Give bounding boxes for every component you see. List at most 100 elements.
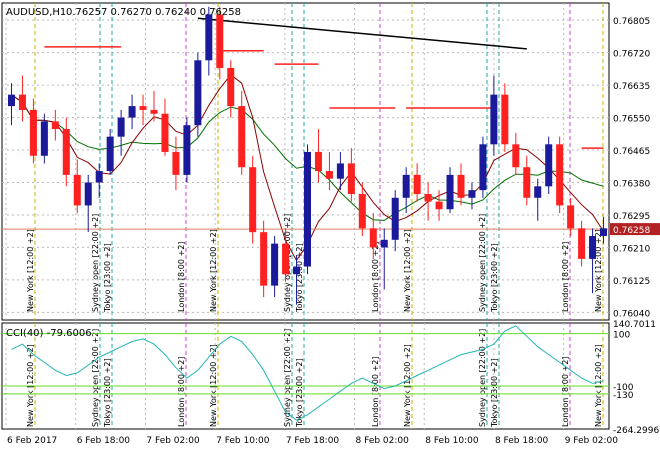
cci-tick-label: -130 — [613, 391, 634, 401]
price-tick-label: 0.76465 — [613, 147, 650, 157]
candle-body — [479, 144, 487, 191]
candle-body — [347, 163, 355, 194]
time-tick-label: 6 Feb 18:00 — [77, 436, 131, 446]
candle-body — [413, 174, 421, 194]
time-tick-label: 6 Feb 2017 — [7, 436, 57, 446]
cci-tick-label: 100 — [613, 331, 630, 341]
candle-body — [194, 60, 202, 126]
candle-body — [117, 117, 125, 137]
candle-body — [380, 239, 388, 248]
candle-body — [369, 228, 377, 248]
price-tick-label: 0.76550 — [613, 115, 650, 125]
time-tick-label: 9 Feb 02:00 — [565, 436, 619, 446]
time-tick-label: 7 Feb 18:00 — [286, 436, 340, 446]
candle-body — [303, 151, 312, 267]
trend-line[interactable] — [197, 17, 527, 50]
session-label: London [8:00 +2] — [177, 357, 186, 427]
candle-body — [95, 171, 103, 183]
candle-body — [468, 190, 476, 198]
candle-body — [545, 144, 553, 187]
candle-body — [534, 186, 542, 198]
price-tick-label: 0.76210 — [613, 244, 650, 254]
session-label: Tokyo [23:00 +2] — [103, 358, 112, 428]
chart-header: AUDUSD,H1 — [6, 7, 66, 18]
time-tick-label: 8 Feb 10:00 — [425, 436, 479, 446]
candle-body — [216, 14, 224, 68]
session-label: London [8:00 +2] — [371, 242, 380, 312]
time-tick-label: 7 Feb 10:00 — [216, 436, 270, 446]
session-label: Tokyo [23:00 +2] — [103, 243, 112, 313]
candle-body — [435, 201, 443, 210]
candle-body — [271, 243, 279, 286]
session-label: London [8:00 +2] — [371, 357, 380, 427]
session-label: London [8:00 +2] — [561, 242, 570, 312]
candle-body — [293, 266, 301, 275]
price-tick-label: 0.76125 — [613, 277, 650, 287]
session-label: London [8:00 +2] — [177, 242, 186, 312]
candle-body — [40, 121, 48, 156]
candle-body — [260, 232, 268, 286]
candle-body — [336, 163, 344, 179]
session-label: Sydney open [22:00 +2] — [283, 329, 292, 427]
candle-body — [227, 67, 235, 107]
price-tick-label: 0.76635 — [613, 82, 650, 92]
candle-body — [172, 151, 180, 175]
price-tick-label: 0.76040 — [613, 309, 650, 319]
candle-body — [314, 151, 322, 172]
candle-body — [238, 106, 246, 168]
session-label: Sydney open [22:00 +2] — [91, 329, 100, 427]
candle-body — [161, 113, 169, 152]
candle-body — [7, 94, 15, 107]
candle-body — [589, 235, 597, 259]
candle-body — [446, 174, 454, 210]
candle-body — [512, 144, 520, 168]
session-label: Sydney open [22:00 +2] — [478, 329, 487, 427]
quote-readout: 0.76257 0.76270 0.76240 0.76258 — [66, 7, 241, 18]
candle-body — [51, 121, 59, 130]
current-price-label: 0.76258 — [613, 226, 650, 236]
candle-body — [391, 197, 399, 240]
candle-body — [402, 174, 410, 198]
price-tick-label: 0.76295 — [613, 212, 650, 222]
session-label: Tokyo [23:00 +2] — [490, 243, 499, 313]
time-tick-label: 8 Feb 18:00 — [495, 436, 549, 446]
price-tick-label: 0.76380 — [613, 180, 650, 190]
candle-body — [205, 14, 213, 61]
chart-canvas[interactable]: New York [12:00 +2] New York [12:00 +2] Sy… — [0, 0, 660, 450]
candle-body — [249, 167, 257, 233]
candle-body — [282, 243, 290, 275]
session-label: Sydney open [22:00 +2] — [91, 214, 100, 312]
candle-body — [578, 228, 586, 259]
candle-body — [150, 109, 158, 114]
session-label: Tokyo [23:00 +2] — [490, 358, 499, 428]
price-tick-label: 0.76720 — [613, 50, 650, 60]
candle-body — [501, 94, 509, 145]
candle-body — [29, 109, 37, 156]
candle-body — [567, 205, 575, 229]
session-label: New York [12:00 +2] — [209, 229, 218, 312]
candle-body — [84, 182, 92, 206]
candle-body — [18, 94, 26, 110]
session-label: New York [12:00 +2] — [403, 229, 412, 312]
candle-body — [490, 94, 498, 145]
cci-caption: CCI(40) -79.6006 — [6, 328, 92, 339]
candle-body — [128, 106, 136, 118]
time-tick-label: 8 Feb 02:00 — [356, 436, 410, 446]
session-label: New York [12:00 +2] — [26, 229, 35, 312]
candle-body — [358, 193, 366, 229]
time-tick-label: 7 Feb 02:00 — [146, 436, 200, 446]
session-label: Sydney open [22:00 +2] — [478, 214, 487, 312]
price-tick-label: 0.76805 — [613, 17, 650, 27]
candle-body — [139, 106, 147, 110]
chart-window[interactable]: New York [12:00 +2] New York [12:00 +2] Sy… — [0, 0, 660, 450]
candle-body — [424, 193, 432, 202]
candle-body — [62, 129, 70, 175]
candle-body — [73, 174, 81, 206]
candle-body — [183, 125, 191, 175]
cci-tick-label: 140.7011 — [613, 320, 656, 330]
candle-body — [523, 167, 531, 198]
candle-body — [325, 171, 333, 179]
cci-tick-label: -264.2996 — [613, 426, 659, 436]
candle-body — [457, 174, 465, 198]
candle-body — [600, 228, 608, 236]
